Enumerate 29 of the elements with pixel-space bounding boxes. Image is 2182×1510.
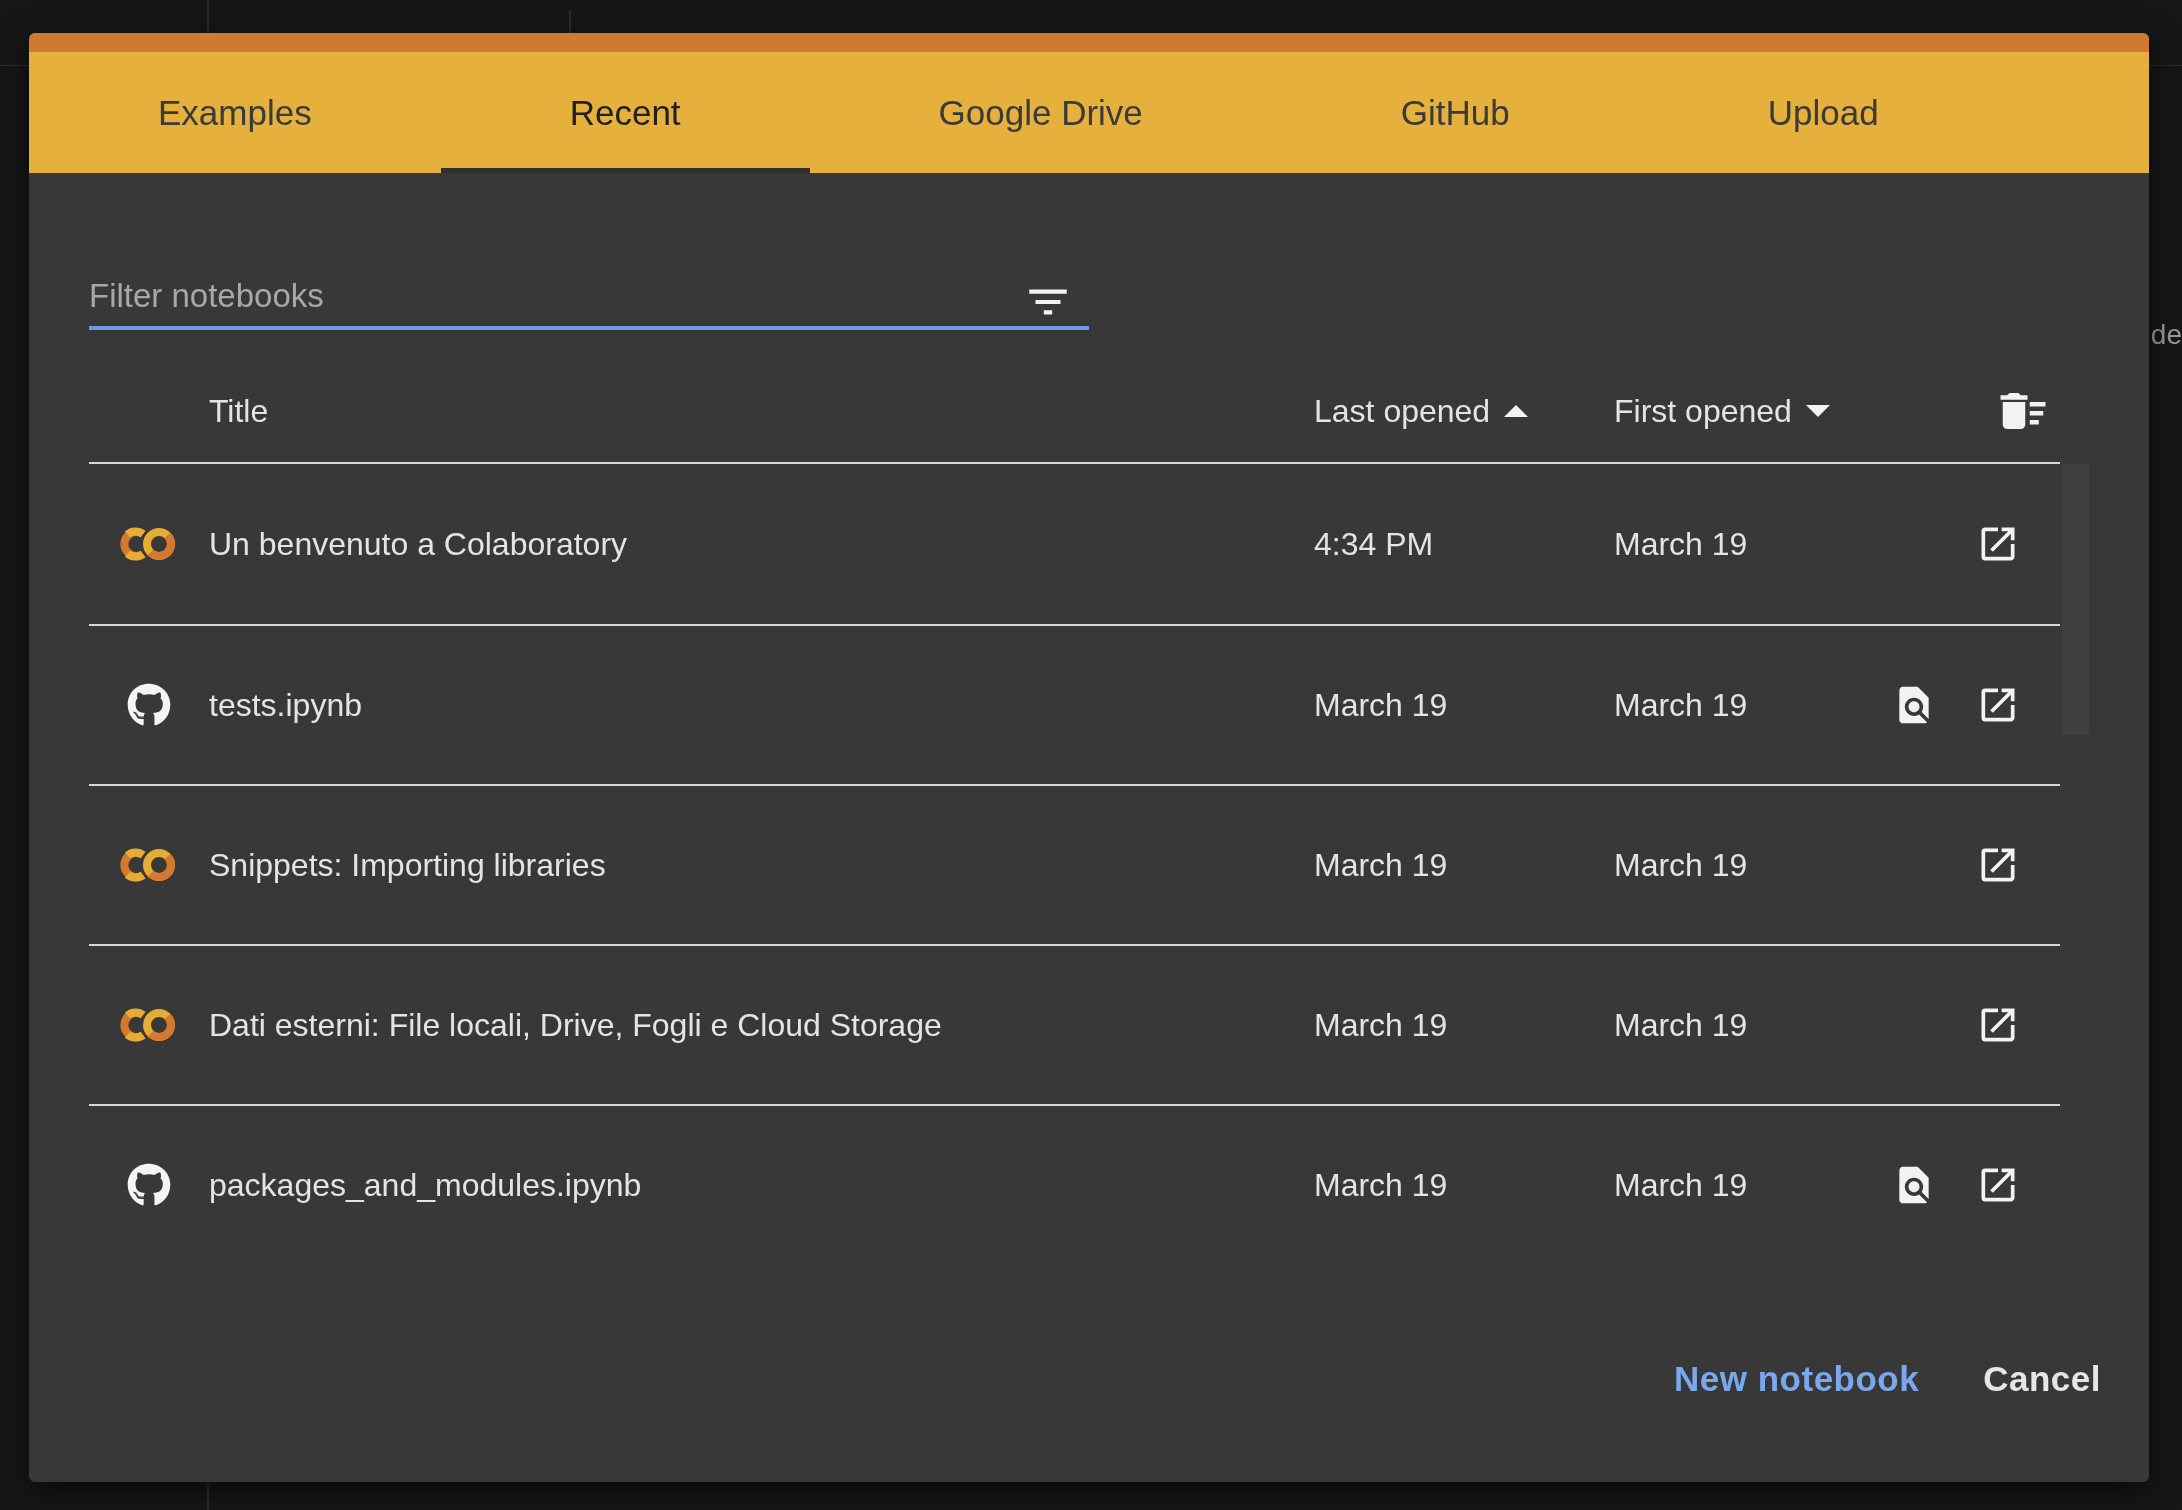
table-cell-text: March 19: [1614, 525, 1749, 563]
heading-text: de: [2150, 321, 2182, 349]
table-cell-text: March 19: [1314, 1166, 1449, 1204]
table-cell-text: March 19: [1614, 846, 1749, 884]
table-cell-text: March 19: [1614, 1166, 1749, 1204]
table-cell-text: March 19: [1314, 686, 1449, 724]
table-cell-text: 4:34 PM: [1314, 525, 1435, 563]
table-cell-text: March 19: [1314, 1006, 1449, 1044]
notebook-title[interactable]: Snippets: Importing libraries: [209, 846, 1314, 884]
notebook-title[interactable]: tests.ipynb: [209, 686, 1314, 724]
filter-field[interactable]: Filter notebooks: [89, 265, 1089, 330]
tab[interactable]: Recent: [440, 52, 810, 173]
tab[interactable]: Examples: [29, 52, 441, 173]
column-header[interactable]: Last opened: [1314, 392, 1614, 430]
tab[interactable]: Google Drive: [809, 52, 1272, 173]
notebook-title[interactable]: Dati esterni: File locali, Drive, Fogli e Cloud Storage: [209, 1006, 1314, 1044]
tab[interactable]: GitHub: [1271, 52, 1639, 173]
table-cell-text: March 19: [1614, 1006, 1749, 1044]
new-notebook-button[interactable]: New notebook: [1654, 1347, 1940, 1411]
tab[interactable]: Upload: [1638, 52, 2008, 173]
cancel-button[interactable]: Cancel: [1963, 1347, 2121, 1411]
notebook-title[interactable]: packages_and_modules.ipynb: [209, 1166, 1314, 1204]
table-cell-text: March 19: [1314, 846, 1449, 884]
github-icon: [127, 1163, 171, 1207]
column-header[interactable]: Title: [209, 392, 1314, 430]
column-header[interactable]: First opened: [1614, 392, 1874, 430]
table-cell-text: March 19: [1614, 686, 1749, 724]
notebook-title[interactable]: Un benvenuto a Colaboratory: [209, 525, 1314, 563]
github-icon: [127, 683, 171, 727]
